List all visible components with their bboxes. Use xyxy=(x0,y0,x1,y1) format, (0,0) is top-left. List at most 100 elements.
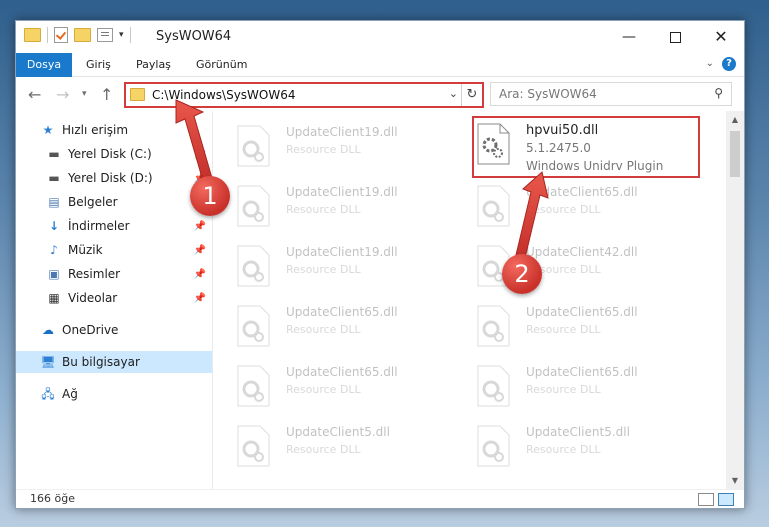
drive-icon: ▬ xyxy=(48,171,60,185)
pin-icon[interactable]: 📌 xyxy=(194,293,206,304)
file-list: UpdateClient19.dll Resource DLL UpdateCl… xyxy=(214,111,726,489)
sidebar-item-pictures[interactable]: ▣ Resimler 📌 xyxy=(16,263,212,285)
sidebar-item-label: Belgeler xyxy=(68,195,118,209)
scroll-down-icon[interactable]: ▼ xyxy=(726,476,744,485)
details-view-icon[interactable] xyxy=(698,493,714,506)
pin-icon[interactable]: 📌 xyxy=(194,149,206,160)
scroll-up-icon[interactable]: ▲ xyxy=(726,115,744,124)
pin-icon[interactable]: 📌 xyxy=(194,221,206,232)
computer-icon: 🖥 xyxy=(40,355,56,369)
sidebar-item-disk-d[interactable]: ▬ Yerel Disk (D:) 📌 xyxy=(16,167,212,189)
music-icon: ♪ xyxy=(50,243,58,257)
dll-file-icon xyxy=(237,185,270,227)
sidebar-item-disk-c[interactable]: ▬ Yerel Disk (C:) 📌 xyxy=(16,143,212,165)
sidebar-item-downloads[interactable]: ↓ İndirmeler 📌 xyxy=(16,215,212,237)
dll-file-icon xyxy=(237,425,270,467)
sidebar-item-documents[interactable]: ▤ Belgeler 📌 xyxy=(16,191,212,213)
sidebar-item-network[interactable]: 🖧 Ağ xyxy=(16,383,212,405)
customize-icon[interactable] xyxy=(97,28,113,42)
scrollbar-thumb[interactable] xyxy=(730,131,740,177)
sidebar-item-label: Resimler xyxy=(68,267,121,281)
item-count: 166 öğe xyxy=(30,492,75,505)
file-name: UpdateClient65.dll xyxy=(286,365,398,379)
maximize-button[interactable] xyxy=(652,21,698,53)
sidebar-item-quick-access[interactable]: ★ Hızlı erişim xyxy=(16,119,212,141)
tab-home[interactable]: Giriş xyxy=(76,53,121,76)
step-1-badge: 1 xyxy=(190,176,230,216)
properties-check-icon[interactable] xyxy=(54,27,68,43)
file-description: Resource DLL xyxy=(526,323,601,336)
search-icon[interactable]: ⚲ xyxy=(714,86,723,100)
sidebar-item-onedrive[interactable]: ☁ OneDrive xyxy=(16,319,212,341)
file-item[interactable]: UpdateClient65.dll Resource DLL xyxy=(236,361,466,417)
file-item[interactable]: UpdateClient19.dll Resource DLL xyxy=(236,181,466,237)
navigation-pane: ★ Hızlı erişim ▬ Yerel Disk (C:) 📌 ▬ Yer… xyxy=(16,111,213,489)
tab-view[interactable]: Görünüm xyxy=(186,53,257,76)
folder-icon xyxy=(130,88,145,101)
file-item[interactable]: UpdateClient65.dll Resource DLL xyxy=(476,181,706,237)
file-name: UpdateClient5.dll xyxy=(286,425,390,439)
file-item[interactable]: UpdateClient65.dll Resource DLL xyxy=(236,301,466,357)
file-name: UpdateClient65.dll xyxy=(286,305,398,319)
file-description: Resource DLL xyxy=(286,443,361,456)
tiles-view-icon[interactable] xyxy=(718,493,734,506)
file-name: UpdateClient65.dll xyxy=(526,185,638,199)
file-item[interactable]: UpdateClient5.dll Resource DLL xyxy=(236,421,466,477)
file-item[interactable]: UpdateClient19.dll Resource DLL xyxy=(236,121,466,177)
pin-icon[interactable]: 📌 xyxy=(194,269,206,280)
address-bar[interactable]: C:\Windows\SysWOW64 ⌄ ↻ xyxy=(124,82,484,108)
sidebar-item-label: Yerel Disk (D:) xyxy=(68,171,153,185)
pictures-icon: ▣ xyxy=(48,267,60,281)
file-name: UpdateClient65.dll xyxy=(526,305,638,319)
recent-locations-chevron-icon[interactable]: ▾ xyxy=(82,89,87,99)
search-input[interactable]: Ara: SysWOW64 ⚲ xyxy=(490,82,732,106)
forward-arrow-icon[interactable]: → xyxy=(56,85,69,104)
sidebar-item-videos[interactable]: ▦ Videolar 📌 xyxy=(16,287,212,309)
file-name: UpdateClient5.dll xyxy=(526,425,630,439)
file-description: Resource DLL xyxy=(286,323,361,336)
pin-icon[interactable]: 📌 xyxy=(194,245,206,256)
videos-icon: ▦ xyxy=(48,291,60,305)
sidebar-item-this-pc[interactable]: 🖥 Bu bilgisayar xyxy=(16,351,212,373)
chevron-down-icon[interactable]: ▾ xyxy=(119,30,124,40)
file-description: Resource DLL xyxy=(286,383,361,396)
sidebar-item-label: İndirmeler xyxy=(68,219,130,233)
file-item[interactable]: UpdateClient5.dll Resource DLL xyxy=(476,421,706,477)
status-bar: 166 öğe xyxy=(16,489,744,508)
step-2-badge: 2 xyxy=(502,254,542,294)
star-icon: ★ xyxy=(42,123,54,137)
tab-share[interactable]: Paylaş xyxy=(126,53,181,76)
minimize-button[interactable]: — xyxy=(606,21,652,53)
file-description: Resource DLL xyxy=(286,203,361,216)
dll-file-icon xyxy=(237,365,270,407)
back-arrow-icon[interactable]: ← xyxy=(28,85,41,104)
refresh-icon[interactable]: ↻ xyxy=(461,84,482,106)
sidebar-item-label: Yerel Disk (C:) xyxy=(68,147,152,161)
vertical-scrollbar[interactable]: ▲ ▼ xyxy=(726,111,744,489)
close-button[interactable]: ✕ xyxy=(698,21,744,53)
file-description: Resource DLL xyxy=(526,383,601,396)
chevron-down-icon[interactable]: ⌄ xyxy=(449,87,458,100)
toolbar-divider xyxy=(129,27,131,43)
new-folder-icon[interactable] xyxy=(74,28,91,42)
sidebar-item-music[interactable]: ♪ Müzik 📌 xyxy=(16,239,212,261)
file-name: UpdateClient19.dll xyxy=(286,185,398,199)
file-name: UpdateClient42.dll xyxy=(526,245,638,259)
toolbar-divider xyxy=(47,27,48,43)
dll-file-icon xyxy=(477,185,510,227)
address-path[interactable]: C:\Windows\SysWOW64 xyxy=(152,88,296,102)
expand-ribbon-icon[interactable]: ⌄ xyxy=(706,58,714,69)
file-item[interactable]: UpdateClient65.dll Resource DLL xyxy=(476,361,706,417)
file-item[interactable]: UpdateClient65.dll Resource DLL xyxy=(476,301,706,357)
window-title: SysWOW64 xyxy=(156,29,232,44)
cloud-icon: ☁ xyxy=(42,323,54,337)
file-description: Resource DLL xyxy=(286,263,361,276)
file-description: Resource DLL xyxy=(526,443,601,456)
sidebar-item-label: Müzik xyxy=(68,243,103,257)
sidebar-item-label: Hızlı erişim xyxy=(62,123,129,137)
help-icon[interactable]: ? xyxy=(722,57,736,71)
address-row: ← → ▾ ↑ C:\Windows\SysWOW64 ⌄ ↻ Ara: Sys… xyxy=(16,77,744,111)
up-arrow-icon[interactable]: ↑ xyxy=(100,85,113,104)
dll-file-icon xyxy=(477,365,510,407)
file-item[interactable]: UpdateClient19.dll Resource DLL xyxy=(236,241,466,297)
